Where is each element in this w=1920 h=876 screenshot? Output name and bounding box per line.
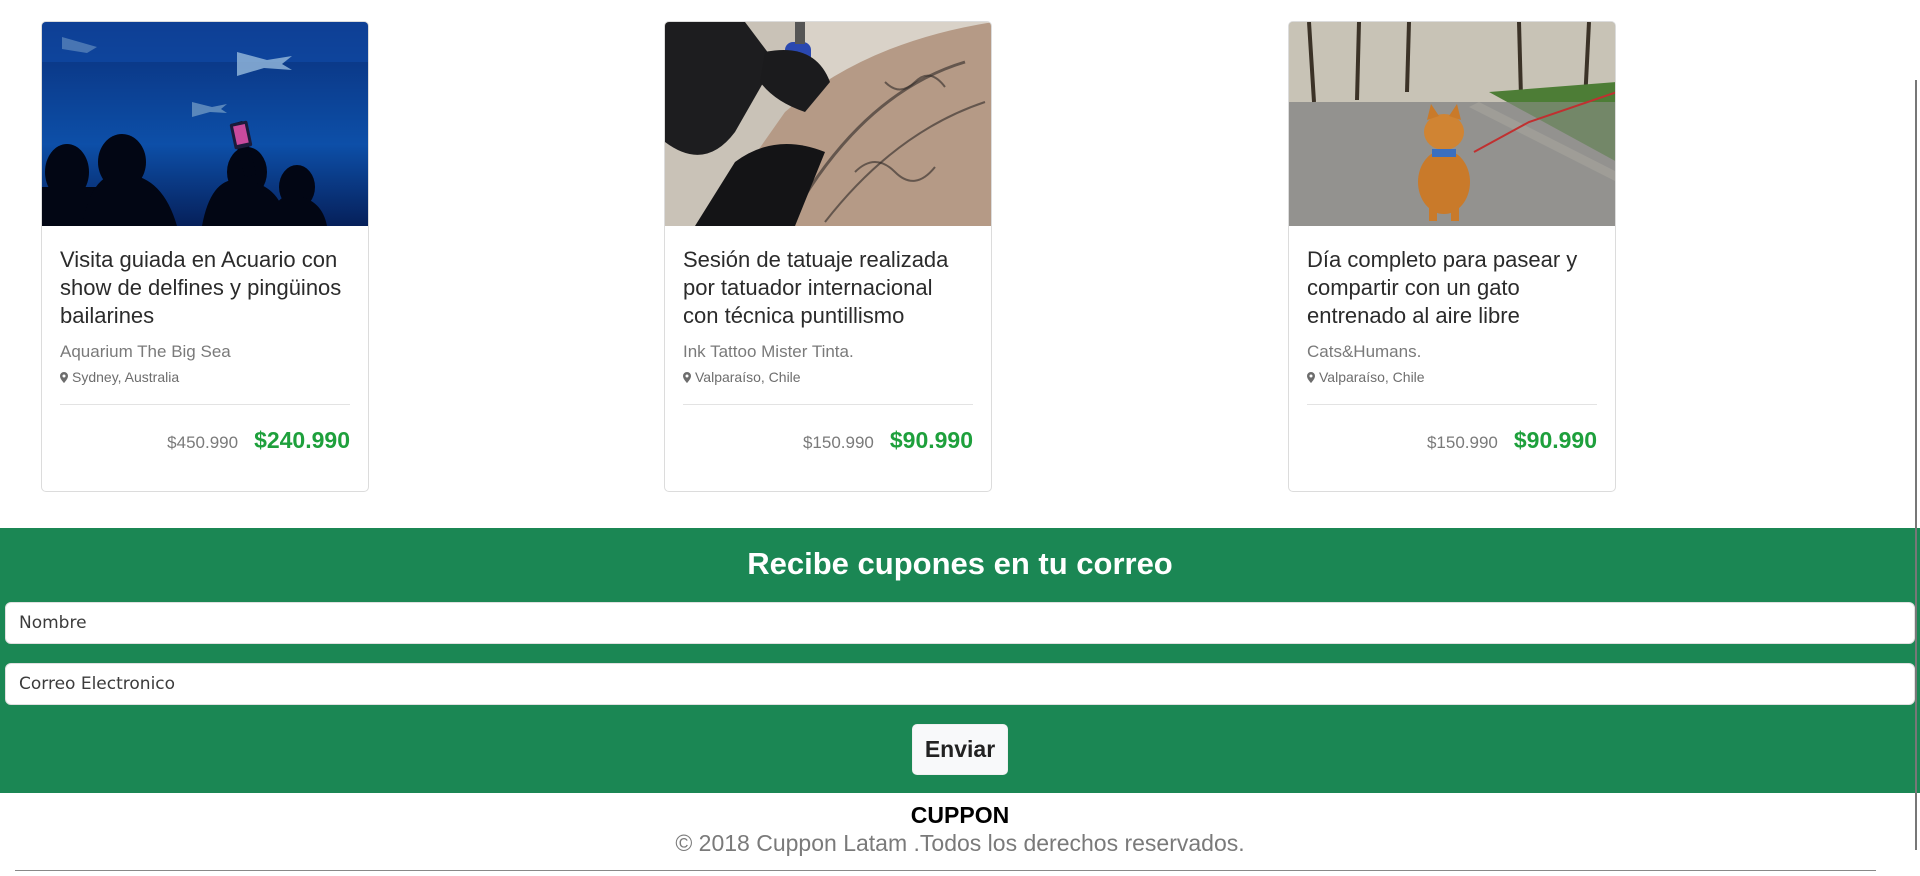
deal-location: Valparaíso, Chile xyxy=(683,369,973,385)
divider xyxy=(60,404,350,405)
email-input[interactable] xyxy=(5,663,1915,705)
footer-divider xyxy=(15,870,1876,871)
deal-vendor: Aquarium The Big Sea xyxy=(60,342,231,361)
footer-brand: CUPPON xyxy=(910,802,1010,828)
discount-price: $90.990 xyxy=(889,427,973,453)
divider xyxy=(683,404,973,405)
deal-location: Valparaíso, Chile xyxy=(1307,369,1597,385)
deal-vendor: Cats&Humans. xyxy=(1307,342,1422,361)
deal-title[interactable]: Visita guiada en Acuario con show de del… xyxy=(60,246,350,330)
original-price: $450.990 xyxy=(167,433,239,452)
deal-title[interactable]: Sesión de tatuaje realizada por tatuador… xyxy=(683,246,973,330)
map-pin-icon xyxy=(683,371,691,383)
discount-price: $240.990 xyxy=(254,427,350,453)
name-input[interactable] xyxy=(5,602,1915,644)
deal-location: Sydney, Australia xyxy=(60,369,350,385)
divider xyxy=(1307,404,1597,405)
deal-title[interactable]: Día completo para pasear y compartir con… xyxy=(1307,246,1597,330)
deal-location-text: Valparaíso, Chile xyxy=(1319,369,1425,385)
deal-card[interactable]: Visita guiada en Acuario con show de del… xyxy=(41,21,369,492)
deals-grid: Visita guiada en Acuario con show de del… xyxy=(0,0,1920,528)
deal-prices: $150.990 $90.990 xyxy=(1307,427,1597,454)
map-pin-icon xyxy=(60,371,68,383)
map-pin-icon xyxy=(1307,371,1315,383)
newsletter-section: Recibe cupones en tu correo Enviar xyxy=(0,528,1920,793)
original-price: $150.990 xyxy=(1426,433,1498,452)
deal-image-tattoo[interactable] xyxy=(665,22,991,226)
deal-card[interactable]: Día completo para pasear y compartir con… xyxy=(1288,21,1616,492)
deal-vendor: Ink Tattoo Mister Tinta. xyxy=(683,342,854,361)
original-price: $150.990 xyxy=(802,433,874,452)
submit-button[interactable]: Enviar xyxy=(912,724,1008,775)
deal-location-text: Sydney, Australia xyxy=(72,369,180,385)
deal-prices: $450.990 $240.990 xyxy=(60,427,350,454)
newsletter-heading: Recibe cupones en tu correo xyxy=(747,546,1173,581)
deal-location-text: Valparaíso, Chile xyxy=(695,369,801,385)
footer-copyright: © 2018 Cuppon Latam .Todos los derechos … xyxy=(675,830,1245,856)
discount-price: $90.990 xyxy=(1513,427,1597,453)
deal-card[interactable]: Sesión de tatuaje realizada por tatuador… xyxy=(664,21,992,492)
deal-prices: $150.990 $90.990 xyxy=(683,427,973,454)
deal-image-aquarium[interactable] xyxy=(42,22,368,226)
deal-image-cat[interactable] xyxy=(1289,22,1615,226)
page-scrollbar[interactable] xyxy=(1915,80,1917,850)
